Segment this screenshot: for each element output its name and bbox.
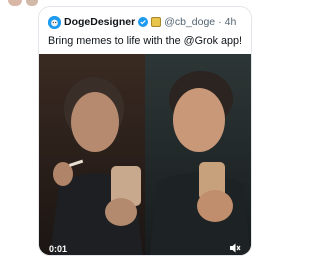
tweet-video[interactable]: 0:01 [39,54,251,255]
speaker-muted-icon[interactable] [229,242,241,254]
video-frame-image [39,54,251,255]
header-separator: · [218,16,222,28]
replying-user-avatar[interactable] [8,0,22,6]
author-handle[interactable]: @cb_doge [164,15,215,29]
tweet-text: Bring memes to life with the @Grok app! [48,35,242,47]
verified-badge-icon [138,17,149,27]
tweet-timestamp[interactable]: 4h [225,15,237,29]
quoted-tweet-card[interactable]: DogeDesigner @cb_doge · 4h Bring memes t… [38,6,252,256]
org-badge-icon [151,17,162,27]
video-timestamp: 0:01 [49,244,68,254]
tweet-header: DogeDesigner @cb_doge · 4h [48,15,236,29]
author-avatar[interactable] [48,15,61,29]
reaction-avatar [26,0,38,6]
author-display-name[interactable]: DogeDesigner [64,15,135,29]
